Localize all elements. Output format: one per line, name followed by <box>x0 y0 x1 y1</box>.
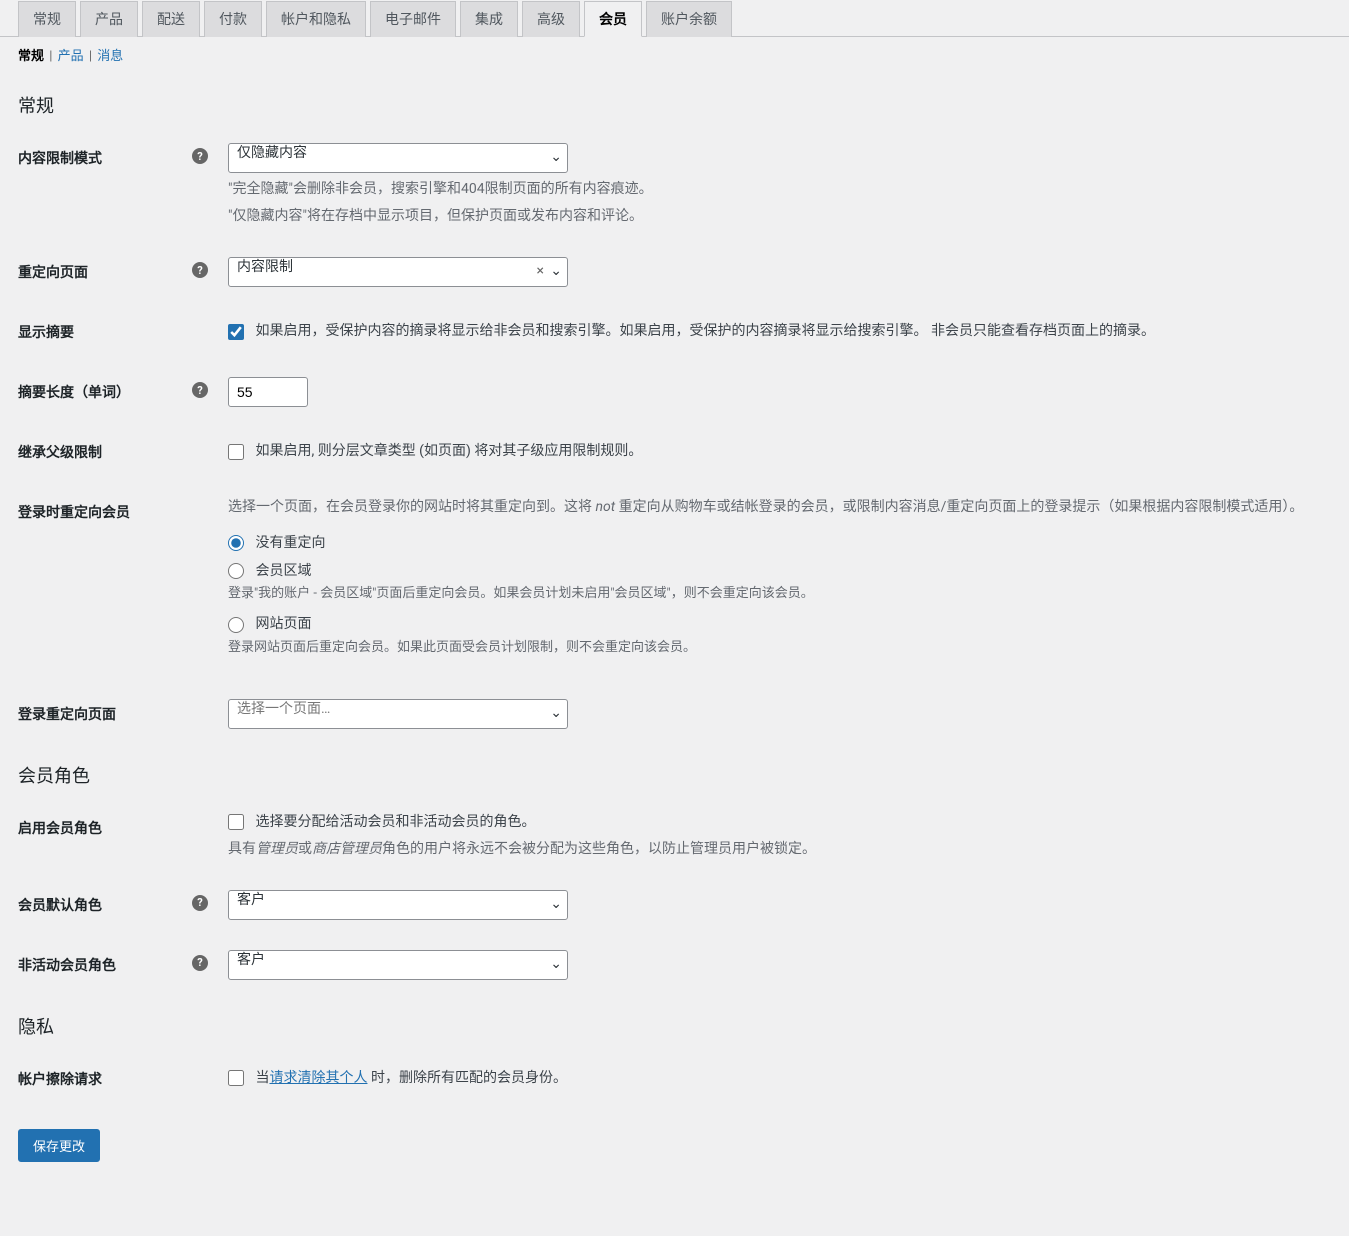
section-heading-general: 常规 <box>18 92 1331 118</box>
inherit-parent-label: 继承父级限制 <box>18 445 102 461</box>
default-member-role-label: 会员默认角色 <box>18 898 102 914</box>
login-redirect-radio-member-area[interactable] <box>228 563 244 579</box>
nav-tab-4[interactable]: 帐户和隐私 <box>266 1 366 37</box>
inherit-parent-text: 如果启用, 则分层文章类型 (如页面) 将对其子级应用限制规则。 <box>255 443 642 459</box>
save-button[interactable]: 保存更改 <box>18 1129 100 1162</box>
content-restriction-mode-desc1: "完全隐藏"会删除非会员，搜索引擎和404限制页面的所有内容痕迹。 <box>228 179 1321 200</box>
login-redirect-member-area-label: 会员区域 <box>255 562 311 582</box>
section-heading-privacy: 隐私 <box>18 1013 1331 1039</box>
login-redirect-page-label: 登录重定向页面 <box>18 707 116 723</box>
account-erasure-text-pre: 当 <box>255 1070 269 1086</box>
login-redirect-intro-pre: 选择一个页面，在会员登录你的网站时将其重定向到。这将 <box>228 499 595 515</box>
sub-nav-item-1[interactable]: 产品 <box>58 49 84 64</box>
nav-tab-5[interactable]: 电子邮件 <box>370 1 456 37</box>
help-icon[interactable]: ? <box>192 262 208 278</box>
clear-icon[interactable]: × <box>537 262 544 282</box>
sub-nav-sep: | <box>86 49 96 64</box>
sub-nav-item-2[interactable]: 消息 <box>97 49 123 64</box>
nav-tab-8[interactable]: 会员 <box>584 1 642 37</box>
show-excerpt-text: 如果启用，受保护内容的摘录将显示给非会员和搜索引擎。如果启用，受保护的内容摘录将… <box>255 323 1154 339</box>
nav-tab-9[interactable]: 账户余额 <box>646 1 732 37</box>
inactive-member-role-label: 非活动会员角色 <box>18 958 116 974</box>
redirect-page-label: 重定向页面 <box>18 265 88 281</box>
account-erasure-text-post: 时，删除所有匹配的会员身份。 <box>367 1070 566 1086</box>
default-member-role-select[interactable]: 客户 <box>228 890 568 920</box>
enable-member-roles-desc-post: 角色的用户将永远不会被分配为这些角色，以防止管理员用户被锁定。 <box>382 841 816 857</box>
account-erasure-link[interactable]: 请求清除其个人 <box>269 1070 367 1086</box>
enable-member-roles-desc-em2: 商店管理员 <box>312 841 382 857</box>
inactive-member-role-select[interactable]: 客户 <box>228 950 568 980</box>
show-excerpt-checkbox[interactable] <box>228 324 244 340</box>
account-erasure-checkbox[interactable] <box>228 1070 244 1086</box>
show-excerpt-label: 显示摘要 <box>18 325 74 341</box>
nav-tab-2[interactable]: 配送 <box>142 1 200 37</box>
enable-member-roles-label: 启用会员角色 <box>18 821 102 837</box>
excerpt-length-input[interactable] <box>228 377 308 407</box>
login-redirect-intro-em: not <box>595 499 615 515</box>
login-redirect-intro-post: 重定向从购物车或结帐登录的会员，或限制内容消息/重定向页面上的登录提示（如果根据… <box>615 499 1303 515</box>
content-restriction-mode-desc2: "仅隐藏内容"将在存档中显示项目，但保护页面或发布内容和评论。 <box>228 206 1321 227</box>
sub-nav-item-0[interactable]: 常规 <box>18 49 44 64</box>
login-redirect-page-select[interactable]: 选择一个页面… <box>228 699 568 729</box>
enable-member-roles-desc-pre: 具有 <box>228 841 256 857</box>
enable-member-roles-checkbox[interactable] <box>228 814 244 830</box>
sub-nav-sep: | <box>46 49 56 64</box>
login-redirect-member-area-desc: 登录"我的账户 - 会员区域"页面后重定向会员。如果会员计划未启用"会员区域"，… <box>228 585 1321 603</box>
help-icon[interactable]: ? <box>192 382 208 398</box>
enable-member-roles-desc-mid: 或 <box>298 841 312 857</box>
nav-tab-1[interactable]: 产品 <box>80 1 138 37</box>
account-erasure-label: 帐户擦除请求 <box>18 1072 102 1088</box>
help-icon[interactable]: ? <box>192 955 208 971</box>
login-redirect-radio-none[interactable] <box>228 535 244 551</box>
content-restriction-mode-label: 内容限制模式 <box>18 151 102 167</box>
login-redirect-site-page-desc: 登录网站页面后重定向会员。如果此页面受会员计划限制，则不会重定向该会员。 <box>228 639 1321 657</box>
enable-member-roles-desc-em1: 管理员 <box>256 841 298 857</box>
section-heading-member-roles: 会员角色 <box>18 762 1331 788</box>
login-redirect-site-page-label: 网站页面 <box>255 615 311 635</box>
nav-tab-6[interactable]: 集成 <box>460 1 518 37</box>
inherit-parent-checkbox[interactable] <box>228 444 244 460</box>
redirect-page-select[interactable]: 内容限制 <box>228 257 568 287</box>
login-redirect-label: 登录时重定向会员 <box>18 505 130 521</box>
nav-tab-7[interactable]: 高级 <box>522 1 580 37</box>
login-redirect-none-label: 没有重定向 <box>255 534 325 554</box>
nav-tabs: 常规产品配送付款帐户和隐私电子邮件集成高级会员账户余额 <box>0 0 1349 37</box>
sub-nav: 常规 | 产品 | 消息 <box>0 37 1349 64</box>
content-restriction-mode-select[interactable]: 仅隐藏内容 <box>228 143 568 173</box>
excerpt-length-label: 摘要长度（单词） <box>18 385 130 401</box>
login-redirect-radio-site-page[interactable] <box>228 617 244 633</box>
help-icon[interactable]: ? <box>192 895 208 911</box>
nav-tab-3[interactable]: 付款 <box>204 1 262 37</box>
enable-member-roles-text: 选择要分配给活动会员和非活动会员的角色。 <box>255 814 535 830</box>
help-icon[interactable]: ? <box>192 148 208 164</box>
nav-tab-0[interactable]: 常规 <box>18 1 76 37</box>
